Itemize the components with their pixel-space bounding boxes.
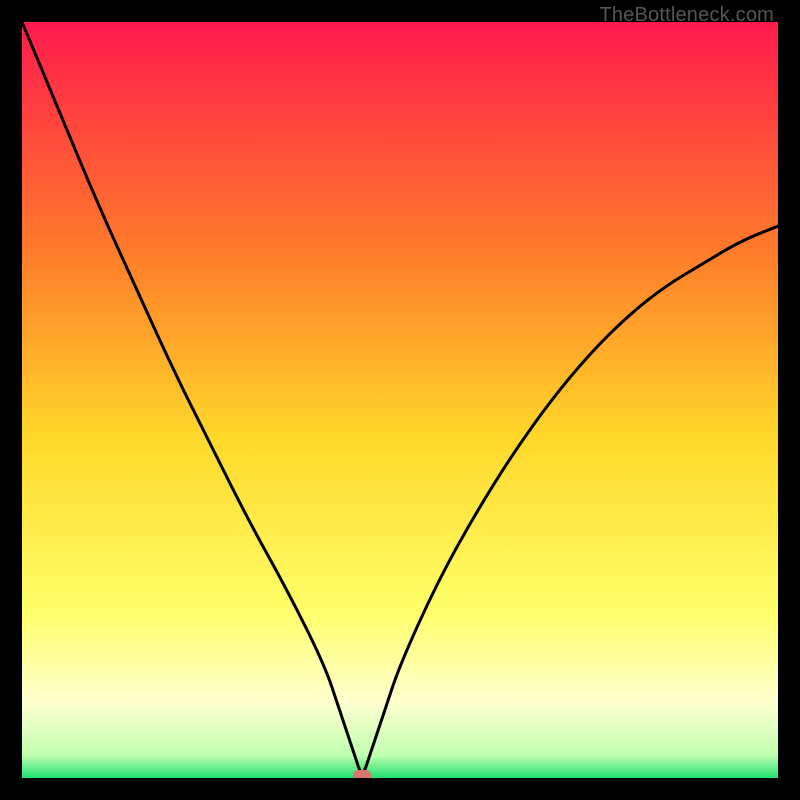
chart-svg bbox=[22, 22, 778, 778]
watermark-text: TheBottleneck.com bbox=[599, 4, 774, 27]
plot-area bbox=[22, 22, 778, 778]
chart-container: TheBottleneck.com bbox=[0, 0, 800, 800]
minimum-marker bbox=[353, 770, 371, 778]
